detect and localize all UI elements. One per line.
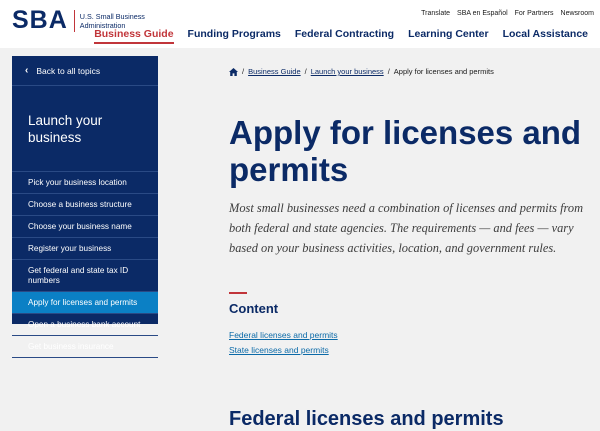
breadcrumb-current: Apply for licenses and permits	[393, 67, 494, 76]
sidebar-nav: ‹ Back to all topics Launch your busines…	[12, 56, 158, 358]
breadcrumb-separator: /	[304, 67, 307, 76]
sidebar-item-structure[interactable]: Choose a business structure	[12, 194, 158, 216]
content-link-federal[interactable]: Federal licenses and permits	[229, 330, 338, 340]
sidebar-item-location[interactable]: Pick your business location	[12, 172, 158, 194]
nav-business-guide[interactable]: Business Guide	[94, 28, 174, 44]
home-icon[interactable]	[229, 67, 238, 76]
logo-mark: SBA	[12, 8, 68, 33]
sidebar-item-name[interactable]: Choose your business name	[12, 216, 158, 238]
utility-link-espanol[interactable]: SBA en Español	[457, 10, 508, 17]
utility-link-translate[interactable]: Translate	[421, 10, 450, 17]
section-title-federal: Federal licenses and permits	[229, 408, 504, 430]
back-to-topics-link[interactable]: ‹ Back to all topics	[12, 56, 158, 86]
content-link-state[interactable]: State licenses and permits	[229, 345, 329, 355]
main-nav: Business Guide Funding Programs Federal …	[94, 28, 588, 44]
back-label: Back to all topics	[36, 65, 101, 76]
utility-link-partners[interactable]: For Partners	[515, 10, 554, 17]
breadcrumb-business-guide[interactable]: Business Guide	[248, 67, 301, 76]
nav-federal-contracting[interactable]: Federal Contracting	[295, 28, 394, 44]
breadcrumb-separator: /	[242, 67, 245, 76]
breadcrumb-separator: /	[387, 67, 390, 76]
page-title: Apply for licenses and permits	[229, 114, 582, 188]
nav-funding-programs[interactable]: Funding Programs	[188, 28, 281, 44]
sidebar-item-bank-account[interactable]: Open a business bank account	[12, 314, 158, 336]
logo-mark-text: SBA	[12, 6, 68, 34]
content-heading: Content	[229, 301, 279, 316]
sidebar-item-register[interactable]: Register your business	[12, 238, 158, 260]
chevron-left-icon: ‹	[25, 65, 29, 76]
sidebar-title: Launch your business	[12, 86, 158, 172]
nav-learning-center[interactable]: Learning Center	[408, 28, 489, 44]
lead-paragraph: Most small businesses need a combination…	[229, 201, 584, 255]
utility-link-newsroom[interactable]: Newsroom	[561, 10, 594, 17]
nav-local-assistance[interactable]: Local Assistance	[503, 28, 588, 44]
logo-text: U.S. Small Business Administration	[79, 11, 145, 30]
sidebar-item-licenses[interactable]: Apply for licenses and permits	[12, 292, 158, 314]
sidebar-item-insurance[interactable]: Get business insurance	[12, 336, 158, 358]
section-accent-rule	[229, 292, 247, 294]
breadcrumb-launch-business[interactable]: Launch your business	[311, 67, 384, 76]
sidebar-item-tax-id[interactable]: Get federal and state tax ID numbers	[12, 260, 158, 292]
breadcrumb: / Business Guide / Launch your business …	[229, 67, 494, 76]
utility-nav: Translate SBA en Español For Partners Ne…	[421, 10, 594, 17]
logo-divider	[73, 9, 75, 32]
site-header: SBA U.S. Small Business Administration T…	[0, 0, 600, 48]
